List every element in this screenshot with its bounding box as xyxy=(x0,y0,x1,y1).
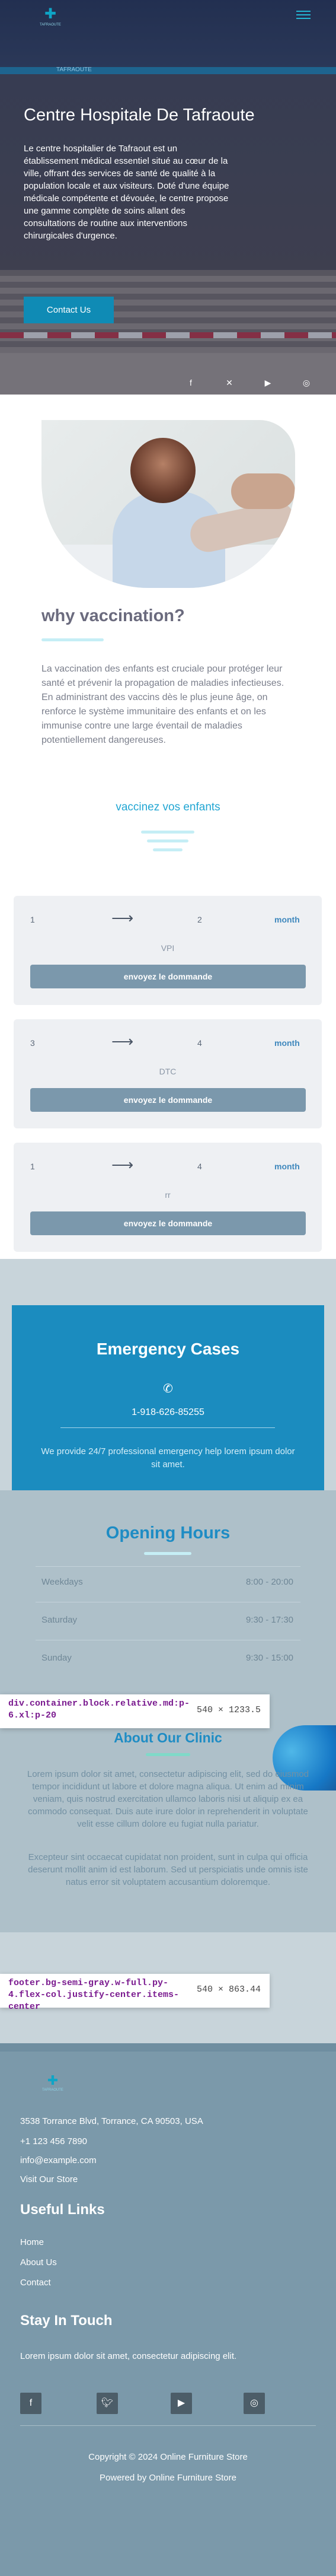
hours-day: Saturday xyxy=(41,1615,78,1625)
site-logo[interactable]: ✚ TAFRAOUTE xyxy=(36,6,65,30)
divider xyxy=(60,1427,275,1428)
hero-section: TAFRAOUTE ✚ TAFRAOUTE Centre Hospitale D… xyxy=(0,0,336,395)
logo-text: TAFRAOUTE xyxy=(42,2088,63,2092)
title-underline xyxy=(147,839,188,842)
send-request-button[interactable]: envoyez le dommande xyxy=(30,965,306,988)
about-title: About Our Clinic xyxy=(114,1730,222,1745)
facebook-icon[interactable]: f xyxy=(185,377,196,388)
contact-us-button[interactable]: Contact Us xyxy=(24,297,114,323)
phone-icon: ✆ xyxy=(163,1382,173,1395)
vaccine-card: 3 ⟶ 4 month DTC envoyez le dommande xyxy=(14,1019,322,1128)
x-icon[interactable]: ✕ xyxy=(224,377,235,388)
facebook-icon[interactable]: f xyxy=(20,2393,41,2414)
footer-touch-text: Lorem ipsum dolor sit amet, consectetur … xyxy=(20,2351,237,2361)
hours-time: 9:30 - 15:00 xyxy=(245,1653,293,1663)
hero-text: Le centre hospitalier de Tafraout est un… xyxy=(24,144,229,241)
footer-visit-link[interactable]: Visit Our Store xyxy=(20,2174,78,2184)
footer-link-about[interactable]: About Us xyxy=(20,2257,57,2267)
vaccine-card: 1 ⟶ 4 month rr envoyez le dommande xyxy=(14,1143,322,1252)
age-to: 2 xyxy=(197,915,202,924)
cross-logo-icon: ✚ xyxy=(44,6,57,22)
vaccination-photo xyxy=(41,420,295,588)
arrow-right-icon: ⟶ xyxy=(111,909,134,927)
footer-divider xyxy=(20,2425,316,2426)
emergency-title: Emergency Cases xyxy=(96,1340,240,1358)
footer-phone[interactable]: +1 123 456 7890 xyxy=(20,2136,87,2146)
hero-title: Centre Hospitale De Tafraoute xyxy=(24,106,255,125)
devtools-size: 540 × 1233.5 xyxy=(197,1705,261,1715)
age-unit: month xyxy=(274,1038,300,1048)
footer-email[interactable]: info@example.com xyxy=(20,2155,97,2165)
vaccines-title: vaccinez vos enfants xyxy=(116,801,220,813)
age-to: 4 xyxy=(197,1162,202,1171)
logo-text: TAFRAOUTE xyxy=(40,23,61,27)
divider xyxy=(36,1566,300,1567)
youtube-icon[interactable]: ▶ xyxy=(263,377,273,388)
hamburger-menu-icon[interactable] xyxy=(296,8,311,20)
opening-hours-title: Opening Hours xyxy=(105,1524,231,1543)
vaccine-name: VPI xyxy=(161,943,175,953)
hours-day: Sunday xyxy=(41,1653,72,1663)
twitter-icon[interactable]: 🐦︎ xyxy=(97,2393,118,2414)
emergency-card: Emergency Cases ✆ 1-918-626-85255 We pro… xyxy=(12,1305,324,1490)
about-text: Excepteur sint occaecat cupidatat non pr… xyxy=(28,1852,308,1887)
hours-day: Weekdays xyxy=(41,1577,83,1587)
instagram-icon[interactable]: ◎ xyxy=(301,377,312,388)
send-request-button[interactable]: envoyez le dommande xyxy=(30,1088,306,1112)
age-to: 4 xyxy=(197,1038,202,1048)
devtools-tooltip: footer.bg-semi-gray.w-full.py-4.flex-col… xyxy=(0,1974,270,2012)
footer-logo[interactable]: ✚ TAFRAOUTE xyxy=(38,2073,68,2092)
hero-stripe xyxy=(0,67,336,74)
age-from: 1 xyxy=(30,915,35,924)
arrow-right-icon: ⟶ xyxy=(111,1032,134,1050)
arrow-right-icon: ⟶ xyxy=(111,1156,134,1173)
footer-top-bar xyxy=(0,2043,336,2052)
footer-copyright: Copyright © 2024 Online Furniture Store xyxy=(88,2452,248,2462)
why-vaccination-title: why vaccination? xyxy=(41,606,185,625)
instagram-icon[interactable]: ◎ xyxy=(244,2393,265,2414)
hours-time: 8:00 - 20:00 xyxy=(245,1577,293,1587)
footer-touch-title: Stay In Touch xyxy=(20,2313,113,2329)
about-text: Lorem ipsum dolor sit amet, consectetur … xyxy=(27,1769,309,1829)
send-request-button[interactable]: envoyez le dommande xyxy=(30,1211,306,1235)
youtube-icon[interactable]: ▶ xyxy=(171,2393,192,2414)
hours-time: 9:30 - 17:30 xyxy=(245,1615,293,1625)
footer-address: 3538 Torrance Blvd, Torrance, CA 90503, … xyxy=(20,2116,203,2126)
age-unit: month xyxy=(274,915,300,924)
age-from: 3 xyxy=(30,1038,35,1048)
vaccine-name: rr xyxy=(165,1190,171,1200)
title-underline xyxy=(153,848,183,851)
emergency-phone[interactable]: 1-918-626-85255 xyxy=(12,1407,324,1418)
devtools-selector: div.container.block.relative.md:p-6.xl:p… xyxy=(8,1699,190,1720)
emergency-text: We provide 24/7 professional emergency h… xyxy=(41,1446,295,1470)
age-unit: month xyxy=(274,1162,300,1171)
devtools-selector: footer.bg-semi-gray.w-full.py-4.flex-col… xyxy=(8,1978,180,2012)
hero-stripe-text: TAFRAOUTE xyxy=(56,66,92,73)
devtools-tooltip: div.container.block.relative.md:p-6.xl:p… xyxy=(0,1694,270,1728)
title-underline xyxy=(144,1552,191,1555)
footer-link-home[interactable]: Home xyxy=(20,2237,44,2247)
age-from: 1 xyxy=(30,1162,35,1171)
cross-logo-icon: ✚ xyxy=(47,2073,59,2088)
footer-powered-by: Powered by Online Furniture Store xyxy=(100,2473,236,2483)
why-vaccination-text: La vaccination des enfants est cruciale … xyxy=(41,664,284,745)
title-underline xyxy=(141,831,194,834)
footer-links-title: Useful Links xyxy=(20,2202,105,2218)
footer-link-contact[interactable]: Contact xyxy=(20,2278,51,2288)
vaccine-card: 1 ⟶ 2 month VPI envoyez le dommande xyxy=(14,896,322,1005)
devtools-size: 540 × 863.44 xyxy=(197,1985,261,1995)
title-underline xyxy=(41,638,104,641)
vaccine-name: DTC xyxy=(159,1067,177,1076)
title-underline xyxy=(146,1753,190,1756)
